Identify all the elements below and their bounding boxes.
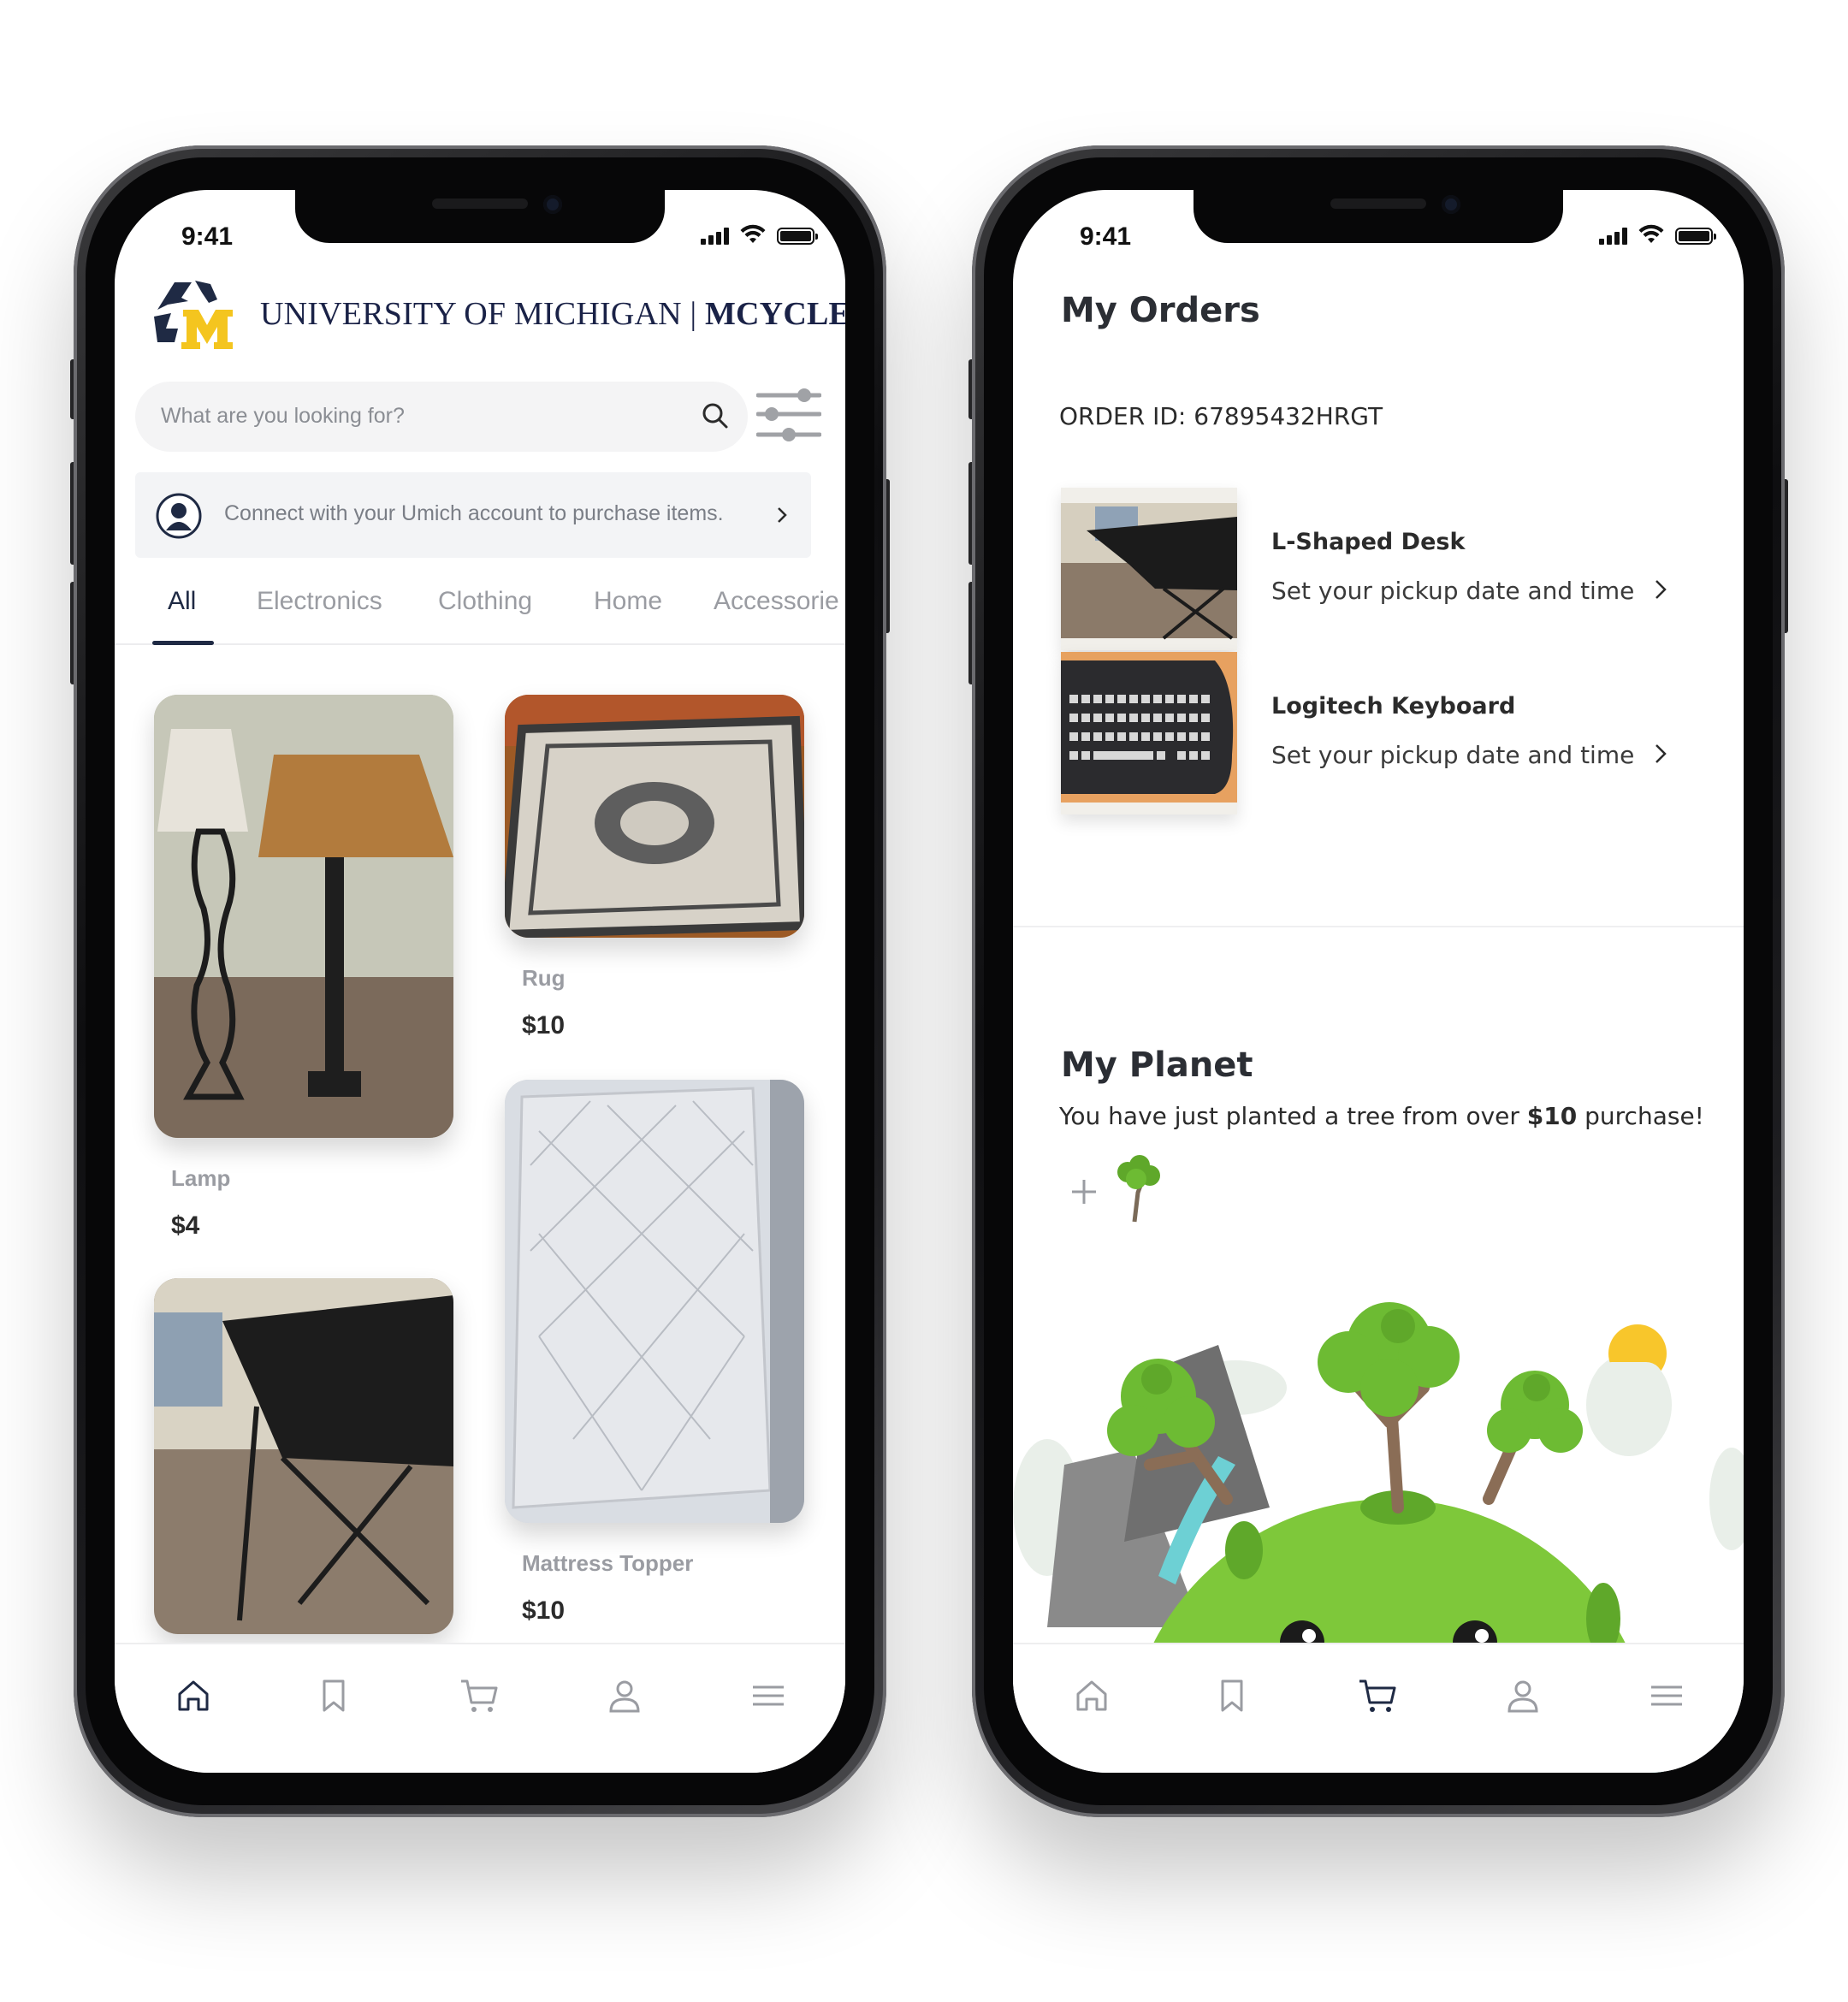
category-tabs: All Electronics Clothing Home Accessorie [115, 573, 845, 645]
battery-icon [777, 228, 818, 245]
cart-icon[interactable] [459, 1677, 500, 1715]
product-name: Mattress Topper [522, 1550, 694, 1576]
product-price: $10 [522, 1596, 566, 1625]
menu-icon[interactable] [749, 1677, 787, 1715]
right-phone: 9:41 My Orders ORDER ID: 67895432HRGT L-… [968, 145, 1788, 1817]
signal-icon [1599, 226, 1627, 245]
wifi-icon [740, 224, 766, 243]
battery-icon [1675, 228, 1716, 245]
product-name: Rug [522, 965, 566, 991]
tab-home[interactable]: Home [594, 587, 662, 616]
product-price: $4 [171, 1211, 200, 1240]
status-time: 9:41 [181, 222, 234, 251]
home-icon[interactable] [1073, 1677, 1111, 1715]
search-placeholder: What are you looking for? [161, 404, 405, 428]
home-icon[interactable] [175, 1677, 212, 1715]
app-header: UNIVERSITY OF MICHIGAN | MCYCLE [149, 275, 845, 352]
filter-sliders-icon[interactable] [756, 387, 821, 447]
cart-icon[interactable] [1357, 1677, 1398, 1715]
bottom-navigation [1013, 1643, 1744, 1773]
chevron-right-icon[interactable] [1651, 575, 1670, 604]
bookmark-icon[interactable] [315, 1677, 352, 1715]
brand-title: UNIVERSITY OF MICHIGAN | MCYCLE [260, 296, 845, 332]
orders-screen: 9:41 My Orders ORDER ID: 67895432HRGT L-… [1013, 190, 1744, 1773]
tab-clothing[interactable]: Clothing [438, 587, 532, 616]
connect-account-banner[interactable]: Connect with your Umich account to purch… [135, 472, 811, 558]
plus-icon[interactable] [1069, 1177, 1099, 1206]
tree-icon [1117, 1155, 1160, 1223]
chevron-right-icon[interactable] [1651, 739, 1670, 768]
product-image-lamp[interactable] [154, 695, 453, 1138]
tab-all[interactable]: All [168, 587, 196, 616]
order-item-title: L-Shaped Desk [1271, 529, 1466, 555]
my-orders-title: My Orders [1061, 291, 1260, 330]
status-icons [1599, 224, 1716, 245]
tab-accessories[interactable]: Accessorie [714, 587, 839, 616]
product-name: Lamp [171, 1165, 231, 1191]
connect-account-text: Connect with your Umich account to purch… [224, 501, 724, 525]
signal-icon [701, 226, 729, 245]
search-icon[interactable] [700, 400, 731, 431]
product-image-desk[interactable] [154, 1278, 453, 1634]
umich-logo [149, 275, 252, 352]
tab-electronics[interactable]: Electronics [257, 587, 382, 616]
notch [295, 190, 665, 243]
home-screen: 9:41 UNIVERSITY OF MICHIGAN | MCYCLE Wha… [115, 190, 845, 1773]
active-tab-indicator [152, 641, 214, 645]
profile-icon[interactable] [606, 1677, 643, 1715]
profile-icon[interactable] [1504, 1677, 1542, 1715]
status-icons [701, 224, 818, 245]
left-phone: 9:41 UNIVERSITY OF MICHIGAN | MCYCLE Wha… [70, 145, 890, 1817]
bookmark-icon[interactable] [1213, 1677, 1251, 1715]
chevron-right-icon [778, 507, 787, 523]
product-price: $10 [522, 1011, 566, 1040]
planet-message: You have just planted a tree from over $… [1059, 1102, 1704, 1130]
product-image-mattress-topper[interactable] [505, 1080, 804, 1523]
menu-icon[interactable] [1648, 1677, 1685, 1715]
order-thumb-keyboard [1061, 652, 1237, 814]
order-id: ORDER ID: 67895432HRGT [1059, 402, 1383, 430]
my-planet-title: My Planet [1061, 1045, 1253, 1085]
order-item-title: Logitech Keyboard [1271, 693, 1516, 720]
section-divider [1013, 926, 1744, 927]
product-image-rug[interactable] [505, 695, 804, 938]
wifi-icon [1638, 224, 1664, 243]
notch [1194, 190, 1563, 243]
pickup-schedule-link[interactable]: Set your pickup date and time [1271, 577, 1634, 605]
user-avatar-icon [156, 493, 202, 539]
status-time: 9:41 [1080, 222, 1132, 251]
search-input[interactable]: What are you looking for? [135, 382, 748, 452]
pickup-schedule-link[interactable]: Set your pickup date and time [1271, 741, 1634, 769]
bottom-navigation [115, 1643, 845, 1773]
order-thumb-desk [1061, 488, 1237, 650]
